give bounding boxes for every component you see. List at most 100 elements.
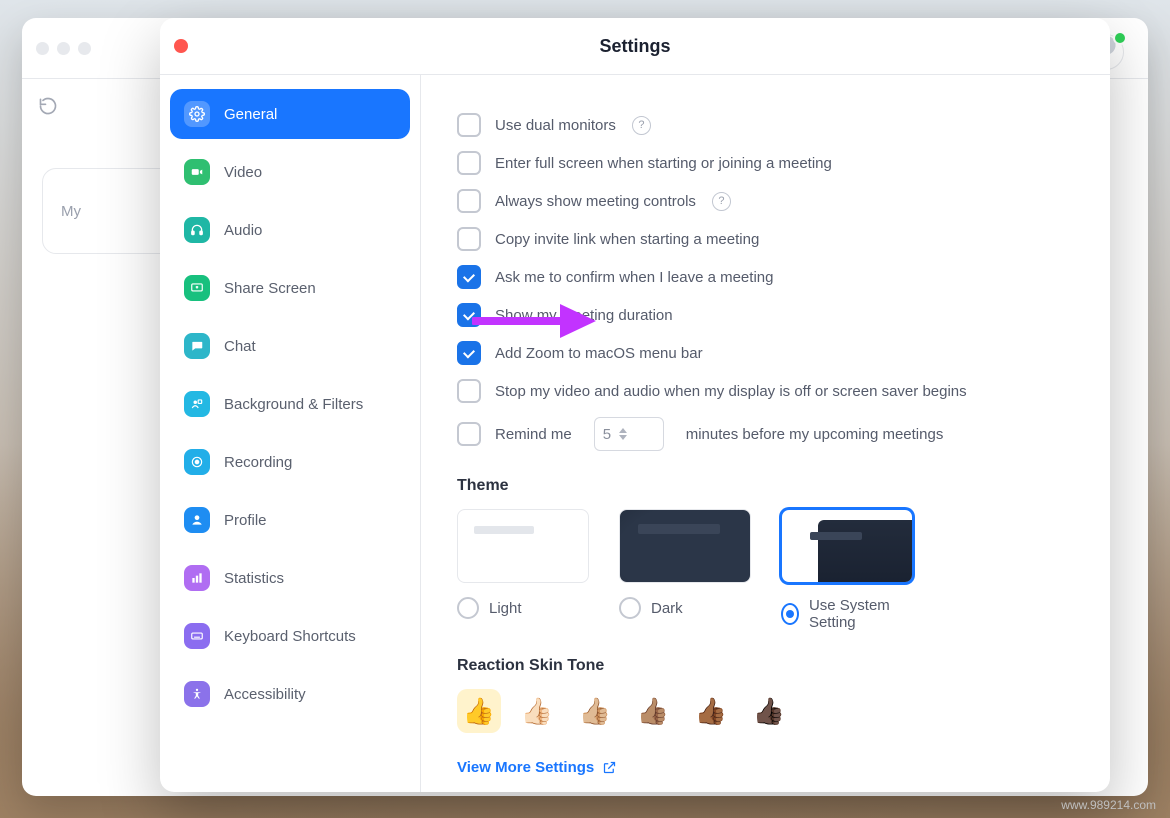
main-card-label: My: [61, 203, 81, 220]
option-show-meeting-duration[interactable]: Show my meeting duration: [457, 303, 1074, 327]
close-icon[interactable]: [174, 39, 188, 53]
checkbox[interactable]: [457, 303, 481, 327]
radio[interactable]: [619, 597, 641, 619]
sidebar-item-video[interactable]: Video: [170, 147, 410, 197]
sidebar-item-general[interactable]: General: [170, 89, 410, 139]
checkbox[interactable]: [457, 189, 481, 213]
keyboard-icon: [184, 623, 210, 649]
sidebar-item-label: Recording: [224, 454, 292, 471]
option-always-show-controls[interactable]: Always show meeting controls ?: [457, 189, 1074, 213]
option-label: Add Zoom to macOS menu bar: [495, 345, 703, 362]
video-icon: [184, 159, 210, 185]
theme-dark[interactable]: Dark: [619, 509, 749, 631]
sidebar-item-keyboard-shortcuts[interactable]: Keyboard Shortcuts: [170, 611, 410, 661]
skin-tone-medium-dark[interactable]: 👍🏾: [689, 689, 733, 733]
checkbox[interactable]: [457, 227, 481, 251]
checkbox[interactable]: [457, 379, 481, 403]
skin-tone-default[interactable]: 👍: [457, 689, 501, 733]
theme-system[interactable]: Use System Setting: [781, 509, 911, 631]
option-label: Stop my video and audio when my display …: [495, 383, 967, 400]
radio[interactable]: [781, 603, 799, 625]
sidebar-item-label: Background & Filters: [224, 396, 363, 413]
option-label-left: Remind me: [495, 426, 572, 443]
theme-title: Theme: [457, 477, 1074, 495]
stepper-buttons[interactable]: [619, 428, 627, 440]
close-dot-disabled[interactable]: [36, 42, 49, 55]
sidebar-item-label: Share Screen: [224, 280, 316, 297]
record-icon: [184, 449, 210, 475]
option-label: Use dual monitors: [495, 117, 616, 134]
refresh-icon[interactable]: [38, 96, 58, 116]
theme-label: Light: [489, 600, 522, 617]
view-more-settings-link[interactable]: View More Settings: [457, 759, 617, 776]
checkbox[interactable]: [457, 422, 481, 446]
theme-preview-dark: [619, 509, 751, 583]
option-label: Ask me to confirm when I leave a meeting: [495, 269, 773, 286]
sidebar-item-profile[interactable]: Profile: [170, 495, 410, 545]
skin-tone-medium[interactable]: 👍🏽: [631, 689, 675, 733]
sidebar-item-statistics[interactable]: Statistics: [170, 553, 410, 603]
zoom-dot-disabled[interactable]: [78, 42, 91, 55]
option-confirm-leave[interactable]: Ask me to confirm when I leave a meeting: [457, 265, 1074, 289]
option-dual-monitors[interactable]: Use dual monitors ?: [457, 113, 1074, 137]
theme-light[interactable]: Light: [457, 509, 587, 631]
page-title: Settings: [599, 36, 670, 57]
chat-icon: [184, 333, 210, 359]
theme-label: Dark: [651, 600, 683, 617]
sidebar-item-chat[interactable]: Chat: [170, 321, 410, 371]
sidebar-item-audio[interactable]: Audio: [170, 205, 410, 255]
checkbox[interactable]: [457, 341, 481, 365]
option-stop-av-on-sleep[interactable]: Stop my video and audio when my display …: [457, 379, 1074, 403]
sidebar-item-label: Profile: [224, 512, 267, 529]
settings-sidebar: General Video Audio Share Screen: [160, 75, 421, 792]
chevron-down-icon[interactable]: [619, 435, 627, 440]
option-fullscreen-on-join[interactable]: Enter full screen when starting or joini…: [457, 151, 1074, 175]
skin-tone-options: 👍 👍🏻 👍🏼 👍🏽 👍🏾 👍🏿: [457, 689, 1074, 733]
settings-window: Settings General Video Audio: [160, 18, 1110, 792]
option-label: Show my meeting duration: [495, 307, 673, 324]
sidebar-item-accessibility[interactable]: Accessibility: [170, 669, 410, 719]
profile-icon: [184, 507, 210, 533]
help-icon[interactable]: ?: [632, 116, 651, 135]
option-remind-me[interactable]: Remind me 5 minutes before my upcoming m…: [457, 417, 1074, 451]
theme-options: Light Dark Use System Setting: [457, 509, 1074, 631]
traffic-light-buttons[interactable]: [36, 42, 91, 55]
help-icon[interactable]: ?: [712, 192, 731, 211]
background-icon: [184, 391, 210, 417]
skin-tone-dark[interactable]: 👍🏿: [747, 689, 791, 733]
sidebar-item-label: Chat: [224, 338, 256, 355]
external-link-icon: [602, 760, 617, 775]
checkbox[interactable]: [457, 113, 481, 137]
sidebar-item-recording[interactable]: Recording: [170, 437, 410, 487]
option-add-to-menu-bar[interactable]: Add Zoom to macOS menu bar: [457, 341, 1074, 365]
statistics-icon: [184, 565, 210, 591]
chevron-up-icon[interactable]: [619, 428, 627, 433]
remind-minutes-stepper[interactable]: 5: [594, 417, 664, 451]
main-toolbar: [38, 96, 58, 121]
sidebar-item-label: Keyboard Shortcuts: [224, 628, 356, 645]
link-label: View More Settings: [457, 759, 594, 776]
theme-preview-light: [457, 509, 589, 583]
radio[interactable]: [457, 597, 479, 619]
settings-content: Use dual monitors ? Enter full screen wh…: [421, 75, 1110, 792]
skin-tone-medium-light[interactable]: 👍🏼: [573, 689, 617, 733]
theme-label: Use System Setting: [809, 597, 911, 631]
option-label-right: minutes before my upcoming meetings: [686, 426, 944, 443]
sidebar-item-label: Audio: [224, 222, 262, 239]
theme-preview-system: [781, 509, 913, 583]
share-screen-icon: [184, 275, 210, 301]
minimize-dot-disabled[interactable]: [57, 42, 70, 55]
option-label: Enter full screen when starting or joini…: [495, 155, 832, 172]
sidebar-item-label: General: [224, 106, 277, 123]
sidebar-item-share-screen[interactable]: Share Screen: [170, 263, 410, 313]
sidebar-item-background-filters[interactable]: Background & Filters: [170, 379, 410, 429]
stepper-value: 5: [603, 426, 611, 443]
sidebar-item-label: Accessibility: [224, 686, 306, 703]
checkbox[interactable]: [457, 151, 481, 175]
option-label: Always show meeting controls: [495, 193, 696, 210]
headphones-icon: [184, 217, 210, 243]
sidebar-item-label: Statistics: [224, 570, 284, 587]
skin-tone-light[interactable]: 👍🏻: [515, 689, 559, 733]
checkbox[interactable]: [457, 265, 481, 289]
option-copy-invite-link[interactable]: Copy invite link when starting a meeting: [457, 227, 1074, 251]
